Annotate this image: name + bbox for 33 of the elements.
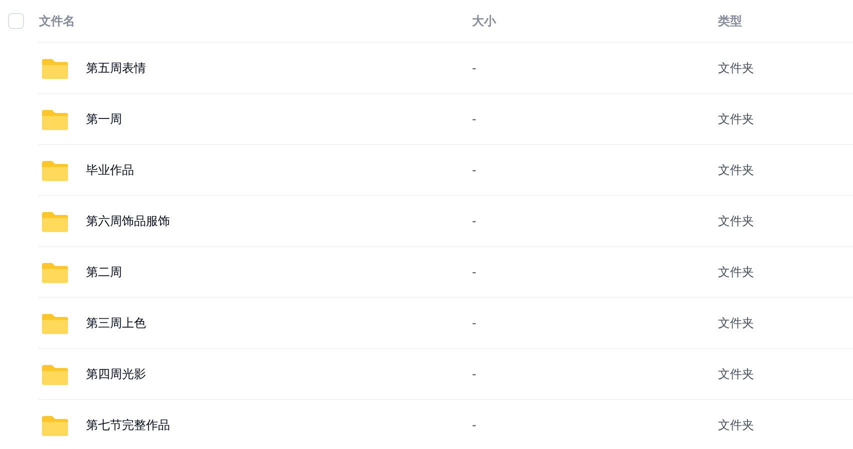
- select-all-checkbox[interactable]: [8, 13, 24, 29]
- folder-icon: [42, 363, 68, 385]
- folder-icon: [42, 159, 68, 181]
- file-size: -: [472, 418, 476, 432]
- file-size: -: [472, 112, 476, 126]
- file-type: 文件夹: [718, 214, 754, 228]
- file-size: -: [472, 214, 476, 228]
- file-name[interactable]: 毕业作品: [86, 161, 134, 179]
- file-name[interactable]: 第二周: [86, 263, 122, 281]
- file-name[interactable]: 第一周: [86, 110, 122, 128]
- file-name[interactable]: 第五周表情: [86, 59, 146, 77]
- file-size: -: [472, 316, 476, 330]
- file-type: 文件夹: [718, 265, 754, 279]
- folder-icon: [42, 261, 68, 283]
- file-name[interactable]: 第三周上色: [86, 314, 146, 332]
- file-size: -: [472, 61, 476, 75]
- file-size: -: [472, 367, 476, 381]
- file-name[interactable]: 第四周光影: [86, 365, 146, 383]
- folder-icon: [42, 57, 68, 79]
- file-size: -: [472, 265, 476, 279]
- file-size: -: [472, 163, 476, 177]
- file-name[interactable]: 第六周饰品服饰: [86, 212, 170, 230]
- file-type: 文件夹: [718, 112, 754, 126]
- folder-icon: [42, 108, 68, 130]
- folder-icon: [42, 414, 68, 436]
- file-type: 文件夹: [718, 163, 754, 177]
- file-type: 文件夹: [718, 316, 754, 330]
- file-type: 文件夹: [718, 61, 754, 75]
- file-type: 文件夹: [718, 367, 754, 381]
- folder-icon: [42, 312, 68, 334]
- file-type: 文件夹: [718, 418, 754, 432]
- file-name[interactable]: 第七节完整作品: [86, 416, 170, 434]
- folder-icon: [42, 210, 68, 232]
